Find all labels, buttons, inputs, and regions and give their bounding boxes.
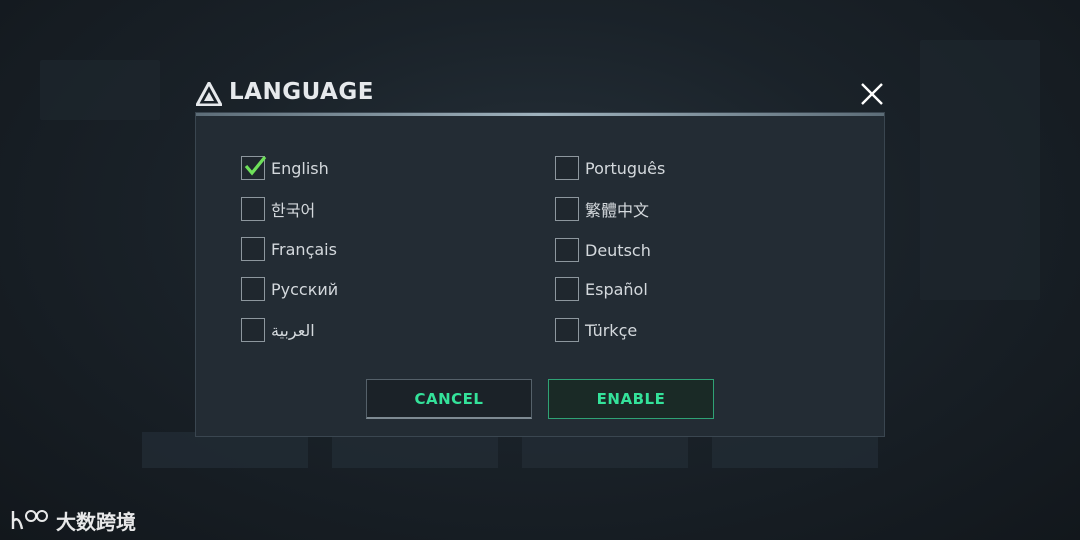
watermark-text: 大数跨境 (56, 509, 136, 534)
enable-button[interactable]: ENABLE (548, 379, 714, 419)
language-label: Türkçe (585, 320, 638, 340)
dialog-top-rule (196, 113, 884, 116)
background-button (332, 432, 498, 468)
triangle-logo-icon (196, 82, 222, 106)
language-options: English Português 한국어 繁體中文 Français Deut… (241, 153, 861, 343)
language-option-spanish[interactable]: Español (555, 276, 648, 302)
language-option-arabic[interactable]: العربية (241, 317, 315, 343)
language-label: Deutsch (585, 240, 651, 260)
background-button (712, 432, 878, 468)
close-icon (861, 83, 883, 105)
dialog-title: LANGUAGE (229, 79, 374, 105)
language-option-german[interactable]: Deutsch (555, 237, 651, 263)
checkbox[interactable] (555, 318, 579, 342)
language-option-portugues[interactable]: Português (555, 155, 665, 181)
language-label: Español (585, 279, 648, 299)
language-option-russian[interactable]: Русский (241, 276, 338, 302)
language-dialog: English Português 한국어 繁體中文 Français Deut… (195, 112, 885, 437)
language-option-korean[interactable]: 한국어 (241, 196, 315, 222)
language-label: Français (271, 239, 337, 259)
language-label: 繁體中文 (585, 201, 650, 220)
language-option-english[interactable]: English (241, 155, 329, 181)
background-button (142, 432, 308, 468)
checkmark-icon (244, 155, 267, 176)
cancel-button[interactable]: CANCEL (366, 379, 532, 419)
background-panel (920, 40, 1040, 300)
checkbox[interactable] (555, 238, 579, 262)
close-button[interactable] (858, 80, 886, 108)
background-panel (40, 60, 160, 120)
language-label: العربية (271, 320, 315, 340)
language-label: 한국어 (271, 201, 316, 220)
checkbox-checked[interactable] (241, 155, 267, 180)
checkbox[interactable] (241, 318, 265, 342)
checkbox[interactable] (555, 197, 579, 221)
language-label: Português (585, 158, 666, 178)
checkbox[interactable] (555, 156, 579, 180)
language-label: Русский (271, 279, 339, 299)
watermark: 大数跨境 (10, 505, 136, 535)
checkbox[interactable] (241, 237, 265, 261)
language-option-turkish[interactable]: Türkçe (555, 317, 637, 343)
language-label: English (271, 158, 329, 178)
language-option-traditional-chinese[interactable]: 繁體中文 (555, 196, 649, 222)
dialog-header: LANGUAGE (196, 78, 886, 112)
watermark-logo-icon (11, 510, 48, 530)
checkbox[interactable] (241, 197, 265, 221)
background-button (522, 432, 688, 468)
language-option-french[interactable]: Français (241, 236, 337, 262)
checkbox[interactable] (555, 277, 579, 301)
checkbox[interactable] (241, 277, 265, 301)
